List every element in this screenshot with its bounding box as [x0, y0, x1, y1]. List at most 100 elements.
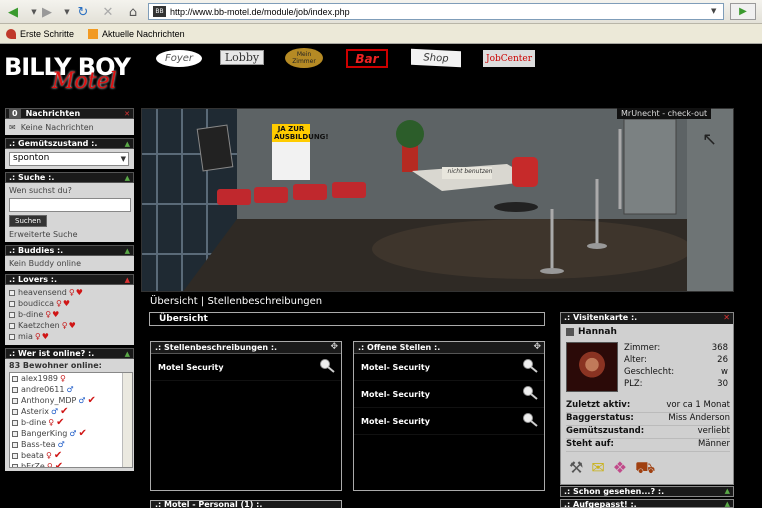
- reload-icon[interactable]: ↻: [74, 3, 92, 21]
- user-checkbox[interactable]: [12, 452, 18, 459]
- checkout-link[interactable]: MrUnecht - check-out: [617, 108, 712, 119]
- extended-search-link[interactable]: Erweiterte Suche: [9, 230, 130, 239]
- job-title[interactable]: Motel- Security: [361, 390, 430, 399]
- url-dropdown-icon[interactable]: ▼: [711, 7, 721, 17]
- attention-bar[interactable]: .: Aufgepasst! :. ▲: [560, 499, 734, 508]
- job-title[interactable]: Motel Security: [158, 363, 224, 372]
- user-name[interactable]: bErZe: [21, 462, 45, 467]
- nav-bar[interactable]: Bar: [346, 49, 388, 68]
- profile-name[interactable]: Hannah: [578, 327, 617, 337]
- user-checkbox[interactable]: [12, 397, 18, 404]
- user-name[interactable]: mia: [18, 332, 33, 341]
- nav-foyer[interactable]: Foyer: [156, 50, 202, 67]
- list-item[interactable]: Bass-tea ♂: [12, 439, 132, 450]
- close-icon[interactable]: ✕: [723, 313, 730, 323]
- list-item[interactable]: boudicca ♀ ♥: [9, 298, 130, 309]
- list-item[interactable]: Kaetzchen ♀ ♥: [9, 320, 130, 331]
- list-item[interactable]: Anthony_MDP ♂ ✔: [12, 395, 132, 406]
- collapse-icon[interactable]: ▲: [125, 174, 130, 182]
- user-checkbox[interactable]: [12, 408, 18, 415]
- user-name[interactable]: boudicca: [18, 299, 54, 308]
- mood-select[interactable]: sponton: [9, 152, 129, 166]
- tab-overview[interactable]: Übersicht: [150, 296, 198, 307]
- collapse-icon[interactable]: ▲: [125, 247, 130, 255]
- move-icon[interactable]: ✥: [330, 342, 338, 353]
- list-item[interactable]: b-dine ♀ ✔: [12, 417, 132, 428]
- back-icon[interactable]: ◀: [4, 3, 22, 21]
- user-checkbox[interactable]: [12, 375, 18, 382]
- collapse-icon[interactable]: ▲: [725, 487, 730, 496]
- forward-icon[interactable]: ▶: [38, 3, 56, 21]
- stop-icon[interactable]: ✕: [99, 3, 117, 21]
- list-item[interactable]: mia ♀ ♥: [9, 331, 130, 342]
- list-item[interactable]: Motel- Security: [354, 381, 544, 408]
- magnifier-icon[interactable]: [522, 358, 538, 374]
- user-name[interactable]: Kaetzchen: [18, 321, 60, 330]
- collapse-icon[interactable]: ▲: [125, 276, 130, 284]
- list-item[interactable]: beata ♀ ✔: [12, 450, 132, 461]
- user-checkbox[interactable]: [9, 322, 15, 329]
- scrollbar[interactable]: [122, 373, 132, 467]
- user-checkbox[interactable]: [12, 430, 18, 437]
- user-checkbox[interactable]: [12, 441, 18, 448]
- lovers-list: heavensend ♀ ♥ boudicca ♀ ♥ b-dine ♀ ♥ Kaetzch…: [5, 285, 134, 345]
- search-button[interactable]: Suchen: [9, 215, 47, 227]
- gift-icon[interactable]: ❖: [613, 458, 627, 479]
- collapse-icon[interactable]: ▲: [725, 500, 730, 508]
- go-button[interactable]: ▶: [730, 3, 756, 20]
- user-checkbox[interactable]: [12, 463, 18, 467]
- user-checkbox[interactable]: [9, 300, 15, 307]
- profile-photo[interactable]: [566, 342, 618, 392]
- tab-job-descriptions[interactable]: Stellenbeschreibungen: [207, 296, 322, 307]
- list-item[interactable]: heavensend ♀ ♥: [9, 287, 130, 298]
- job-title[interactable]: Motel- Security: [361, 363, 430, 372]
- address-bar[interactable]: BB http://www.bb-motel.de/module/job/ind…: [148, 3, 724, 20]
- collapse-icon[interactable]: ▲: [125, 350, 130, 358]
- list-item[interactable]: Motel- Security: [354, 408, 544, 435]
- list-item[interactable]: Asterix ♂ ✔: [12, 406, 132, 417]
- user-name[interactable]: heavensend: [18, 288, 67, 297]
- move-icon[interactable]: ✥: [533, 342, 541, 353]
- bookmark-first-steps[interactable]: Erste Schritte: [6, 28, 74, 39]
- list-item[interactable]: andre0611 ♂: [12, 384, 132, 395]
- user-name[interactable]: b-dine: [18, 310, 43, 319]
- user-name[interactable]: BangerKing: [21, 429, 67, 438]
- job-title[interactable]: Motel- Security: [361, 417, 430, 426]
- collapse-icon[interactable]: ▲: [125, 140, 130, 148]
- user-name[interactable]: Asterix: [21, 407, 49, 416]
- list-item[interactable]: Motel Security: [151, 354, 341, 381]
- user-checkbox[interactable]: [12, 419, 18, 426]
- home-icon[interactable]: ⌂: [124, 3, 142, 21]
- search-input[interactable]: [9, 198, 131, 212]
- list-item[interactable]: BangerKing ♂ ✔: [12, 428, 132, 439]
- magnifier-icon[interactable]: [319, 358, 335, 374]
- car-icon[interactable]: ⛟: [635, 458, 655, 479]
- nav-shop[interactable]: Shop: [411, 48, 461, 68]
- logo[interactable]: BILLY BOY Motel: [4, 53, 131, 94]
- note-icon[interactable]: ✉: [591, 458, 604, 479]
- user-checkbox[interactable]: [9, 333, 15, 340]
- list-item[interactable]: bErZe ♀ ✔: [12, 461, 132, 467]
- list-item[interactable]: alex1989 ♀: [12, 373, 132, 384]
- nav-mein-zimmer[interactable]: Mein Zimmer: [285, 48, 323, 68]
- magnifier-icon[interactable]: [522, 412, 538, 428]
- user-name[interactable]: beata: [21, 451, 44, 460]
- nav-jobcenter[interactable]: JobCenter: [483, 50, 535, 67]
- magnifier-icon[interactable]: [522, 385, 538, 401]
- user-name[interactable]: b-dine: [21, 418, 46, 427]
- user-checkbox[interactable]: [9, 289, 15, 296]
- nav-lobby[interactable]: Lobby: [220, 50, 264, 65]
- user-name[interactable]: alex1989: [21, 374, 58, 383]
- user-checkbox[interactable]: [9, 311, 15, 318]
- bookmark-news[interactable]: Aktuelle Nachrichten: [88, 28, 185, 39]
- list-item[interactable]: Motel- Security: [354, 354, 544, 381]
- close-icon[interactable]: ✕: [124, 110, 130, 118]
- seen-bar[interactable]: .: Schon gesehen...? :. ▲: [560, 486, 734, 497]
- hammer-icon[interactable]: ⚒: [569, 458, 583, 479]
- user-checkbox[interactable]: [12, 386, 18, 393]
- user-name[interactable]: Bass-tea: [21, 440, 56, 449]
- list-item[interactable]: b-dine ♀ ♥: [9, 309, 130, 320]
- user-name[interactable]: andre0611: [21, 385, 64, 394]
- user-name[interactable]: Anthony_MDP: [21, 396, 76, 405]
- mood-box: .: Gemütszustand :. ▲ sponton: [5, 138, 134, 169]
